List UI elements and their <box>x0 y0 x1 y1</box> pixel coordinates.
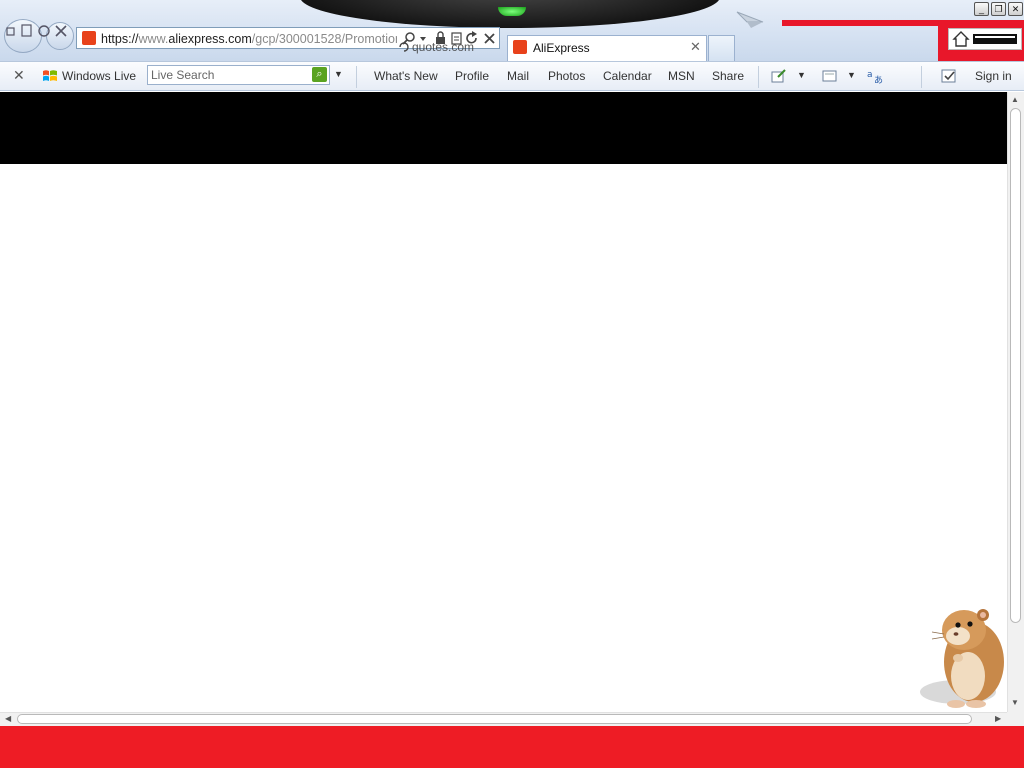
url-domain: aliexpress.com <box>168 32 252 46</box>
windows-live-brand[interactable]: Windows Live <box>62 68 136 84</box>
restore-button[interactable]: ❐ <box>991 2 1006 16</box>
pencil-icon[interactable] <box>821 67 839 85</box>
blog-this-icon[interactable] <box>770 67 788 85</box>
toolbar-separator <box>758 66 759 88</box>
address-text[interactable]: https://www.aliexpress.com/gcp/300001528… <box>101 30 397 48</box>
scroll-left-arrow-icon[interactable]: ◀ <box>5 714 11 723</box>
live-search-placeholder: Live Search <box>151 68 215 82</box>
overlay-toolbar-icons <box>6 24 67 37</box>
aliexpress-bag-icon <box>513 40 527 54</box>
tab-title: AliExpress <box>533 41 590 55</box>
toolbar-separator <box>921 66 922 88</box>
close-window-button[interactable]: ✕ <box>1008 2 1023 16</box>
scroll-down-arrow-icon[interactable]: ▼ <box>1011 698 1019 707</box>
toolbar-close-button[interactable]: ✕ <box>13 67 25 84</box>
stop-icon[interactable] <box>484 33 495 44</box>
toolbar-link-photos[interactable]: Photos <box>548 68 585 84</box>
home-button[interactable] <box>948 28 1022 50</box>
tab-close-button[interactable]: ✕ <box>690 39 701 55</box>
toolbar-link-share[interactable]: Share <box>712 68 744 84</box>
scrollbar-corner <box>1007 712 1024 726</box>
url-scheme: https:// <box>101 32 139 46</box>
minimize-button[interactable]: _ <box>974 2 989 16</box>
sign-in-link[interactable]: Sign in <box>975 68 1012 84</box>
scroll-up-arrow-icon[interactable]: ▲ <box>1011 95 1019 104</box>
url-prefix: www. <box>138 32 169 46</box>
home-icon <box>952 31 1017 47</box>
background-tab-icon <box>399 42 409 52</box>
form-fill-icon[interactable] <box>940 67 958 85</box>
toolbar-separator <box>356 66 357 88</box>
toolbar-link-msn[interactable]: MSN <box>668 68 695 84</box>
page-content <box>0 164 1007 712</box>
horizontal-scroll-thumb[interactable] <box>17 714 972 724</box>
url-path: /gcp/300001528/Promotion' <box>251 32 397 46</box>
toolbar-link-mail[interactable]: Mail <box>507 68 529 84</box>
windows-flag-icon <box>43 70 57 81</box>
background-tab-title[interactable]: quotes.com <box>412 40 474 54</box>
page-header-banner <box>0 92 1007 164</box>
toolbar-link-whats-new[interactable]: What's New <box>374 68 438 84</box>
svg-text:a: a <box>867 70 873 80</box>
svg-text:あ: あ <box>874 75 883 85</box>
new-tab-button[interactable] <box>708 35 735 61</box>
toolbar-link-profile[interactable]: Profile <box>455 68 489 84</box>
scroll-right-arrow-icon[interactable]: ▶ <box>995 714 1001 723</box>
toolbar-link-calendar[interactable]: Calendar <box>603 68 652 84</box>
chevron-down-icon[interactable]: ▼ <box>334 69 343 79</box>
hamster-mascot-icon[interactable] <box>918 600 1010 712</box>
live-search-go-icon[interactable]: ⌕ <box>312 67 327 82</box>
translate-icon[interactable]: a あ <box>866 67 884 85</box>
aliexpress-bag-icon <box>82 31 96 45</box>
vertical-scroll-thumb[interactable] <box>1010 108 1021 623</box>
paper-plane-icon <box>736 11 764 28</box>
chevron-down-icon[interactable]: ▼ <box>797 70 806 80</box>
bottom-red-bar <box>0 726 1024 768</box>
chevron-down-icon[interactable]: ▼ <box>847 70 856 80</box>
